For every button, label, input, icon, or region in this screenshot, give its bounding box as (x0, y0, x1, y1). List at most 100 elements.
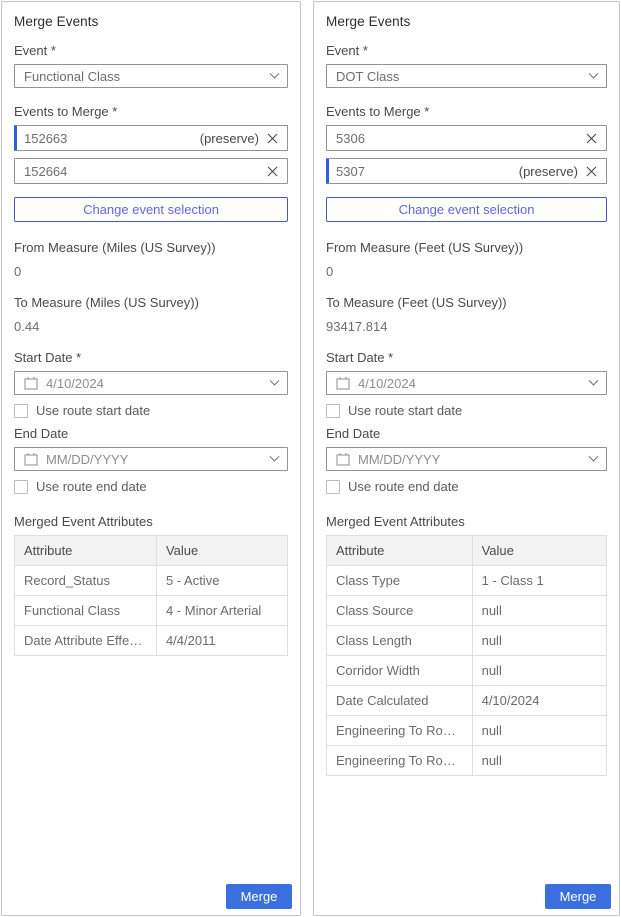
table-row: Functional Class 4 - Minor Arterial (15, 596, 288, 626)
page-title: Merge Events (326, 14, 607, 29)
use-route-end-date-checkbox[interactable] (14, 480, 28, 494)
use-route-end-date-row: Use route end date (14, 479, 288, 494)
event-label: Event * (14, 43, 288, 58)
chevron-down-icon (270, 375, 280, 385)
attribute-column-header: Attribute (327, 536, 473, 566)
attribute-cell: Record_Status (15, 566, 157, 596)
calendar-icon (336, 376, 350, 390)
table-row: Record_Status 5 - Active (15, 566, 288, 596)
chevron-down-icon (270, 451, 280, 461)
calendar-icon (24, 376, 38, 390)
table-row: Date Calculated 4/10/2024 (327, 686, 607, 716)
end-date-label: End Date (326, 426, 607, 441)
event-to-merge-input[interactable]: 5307 (preserve) (326, 158, 607, 184)
value-cell: 5 - Active (156, 566, 287, 596)
events-to-merge-label: Events to Merge * (326, 104, 607, 119)
value-cell: 4/4/2011 (156, 626, 287, 656)
to-measure-label: To Measure (Miles (US Survey)) (14, 295, 288, 310)
calendar-icon (24, 452, 38, 466)
to-measure-value: 93417.814 (326, 319, 607, 334)
attribute-cell: Class Source (327, 596, 473, 626)
table-row: Date Attribute Effective 4/4/2011 (15, 626, 288, 656)
merged-attributes-table: Attribute Value Record_Status 5 - Active… (14, 535, 288, 656)
attribute-cell: Class Type (327, 566, 473, 596)
start-date-value: 4/10/2024 (358, 376, 582, 391)
remove-event-icon[interactable] (267, 166, 278, 177)
remove-event-icon[interactable] (267, 133, 278, 144)
from-measure-value: 0 (14, 264, 288, 279)
start-date-label: Start Date * (326, 350, 607, 365)
table-row: Engineering To Route ... null (327, 746, 607, 776)
use-route-start-date-row: Use route start date (326, 403, 607, 418)
end-date-input[interactable]: MM/DD/YYYY (326, 447, 607, 471)
chevron-down-icon (270, 68, 280, 78)
event-select[interactable]: Functional Class (14, 64, 288, 88)
use-route-end-date-row: Use route end date (326, 479, 607, 494)
change-event-selection-button[interactable]: Change event selection (14, 197, 288, 222)
value-cell: 1 - Class 1 (472, 566, 606, 596)
merge-button[interactable]: Merge (545, 884, 611, 909)
use-route-start-date-label: Use route start date (348, 403, 462, 418)
attribute-cell: Engineering To RouteID (327, 716, 473, 746)
start-date-value: 4/10/2024 (46, 376, 263, 391)
chevron-down-icon (589, 68, 599, 78)
event-select-value: Functional Class (24, 69, 271, 84)
merge-events-panel-left: Merge Events Event * Functional Class Ev… (1, 1, 301, 916)
start-date-label: Start Date * (14, 350, 288, 365)
value-cell: 4 - Minor Arterial (156, 596, 287, 626)
value-column-header: Value (472, 536, 606, 566)
to-measure-label: To Measure (Feet (US Survey)) (326, 295, 607, 310)
event-id: 152663 (24, 131, 200, 146)
value-column-header: Value (156, 536, 287, 566)
merged-attributes-title: Merged Event Attributes (326, 514, 607, 529)
page-title: Merge Events (14, 14, 288, 29)
remove-event-icon[interactable] (586, 133, 597, 144)
use-route-start-date-checkbox[interactable] (326, 404, 340, 418)
event-id: 5307 (336, 164, 519, 179)
use-route-start-date-row: Use route start date (14, 403, 288, 418)
use-route-end-date-checkbox[interactable] (326, 480, 340, 494)
event-select-value: DOT Class (336, 69, 590, 84)
attribute-cell: Class Length (327, 626, 473, 656)
table-row: Class Type 1 - Class 1 (327, 566, 607, 596)
table-row: Engineering To RouteID null (327, 716, 607, 746)
value-cell: 4/10/2024 (472, 686, 606, 716)
event-to-merge-input[interactable]: 152664 (14, 158, 288, 184)
event-to-merge-input[interactable]: 5306 (326, 125, 607, 151)
value-cell: null (472, 626, 606, 656)
preserve-tag: (preserve) (519, 164, 578, 179)
remove-event-icon[interactable] (586, 166, 597, 177)
event-to-merge-input[interactable]: 152663 (preserve) (14, 125, 288, 151)
attribute-cell: Functional Class (15, 596, 157, 626)
use-route-end-date-label: Use route end date (36, 479, 147, 494)
to-measure-value: 0.44 (14, 319, 288, 334)
start-date-input[interactable]: 4/10/2024 (326, 371, 607, 395)
value-cell: null (472, 716, 606, 746)
calendar-icon (336, 452, 350, 466)
value-cell: null (472, 656, 606, 686)
start-date-input[interactable]: 4/10/2024 (14, 371, 288, 395)
preserve-tag: (preserve) (200, 131, 259, 146)
chevron-down-icon (589, 451, 599, 461)
merge-button[interactable]: Merge (226, 884, 292, 909)
end-date-input[interactable]: MM/DD/YYYY (14, 447, 288, 471)
from-measure-label: From Measure (Feet (US Survey)) (326, 240, 607, 255)
from-measure-value: 0 (326, 264, 607, 279)
use-route-start-date-checkbox[interactable] (14, 404, 28, 418)
table-header-row: Attribute Value (327, 536, 607, 566)
table-row: Corridor Width null (327, 656, 607, 686)
change-event-selection-button[interactable]: Change event selection (326, 197, 607, 222)
table-row: Class Length null (327, 626, 607, 656)
from-measure-label: From Measure (Miles (US Survey)) (14, 240, 288, 255)
attribute-column-header: Attribute (15, 536, 157, 566)
events-to-merge-label: Events to Merge * (14, 104, 288, 119)
event-select[interactable]: DOT Class (326, 64, 607, 88)
table-header-row: Attribute Value (15, 536, 288, 566)
use-route-start-date-label: Use route start date (36, 403, 150, 418)
attribute-cell: Date Attribute Effective (15, 626, 157, 656)
attribute-cell: Engineering To Route ... (327, 746, 473, 776)
event-id: 152664 (24, 164, 267, 179)
value-cell: null (472, 596, 606, 626)
merge-events-page: Merge Events Event * Functional Class Ev… (0, 0, 621, 917)
table-row: Class Source null (327, 596, 607, 626)
